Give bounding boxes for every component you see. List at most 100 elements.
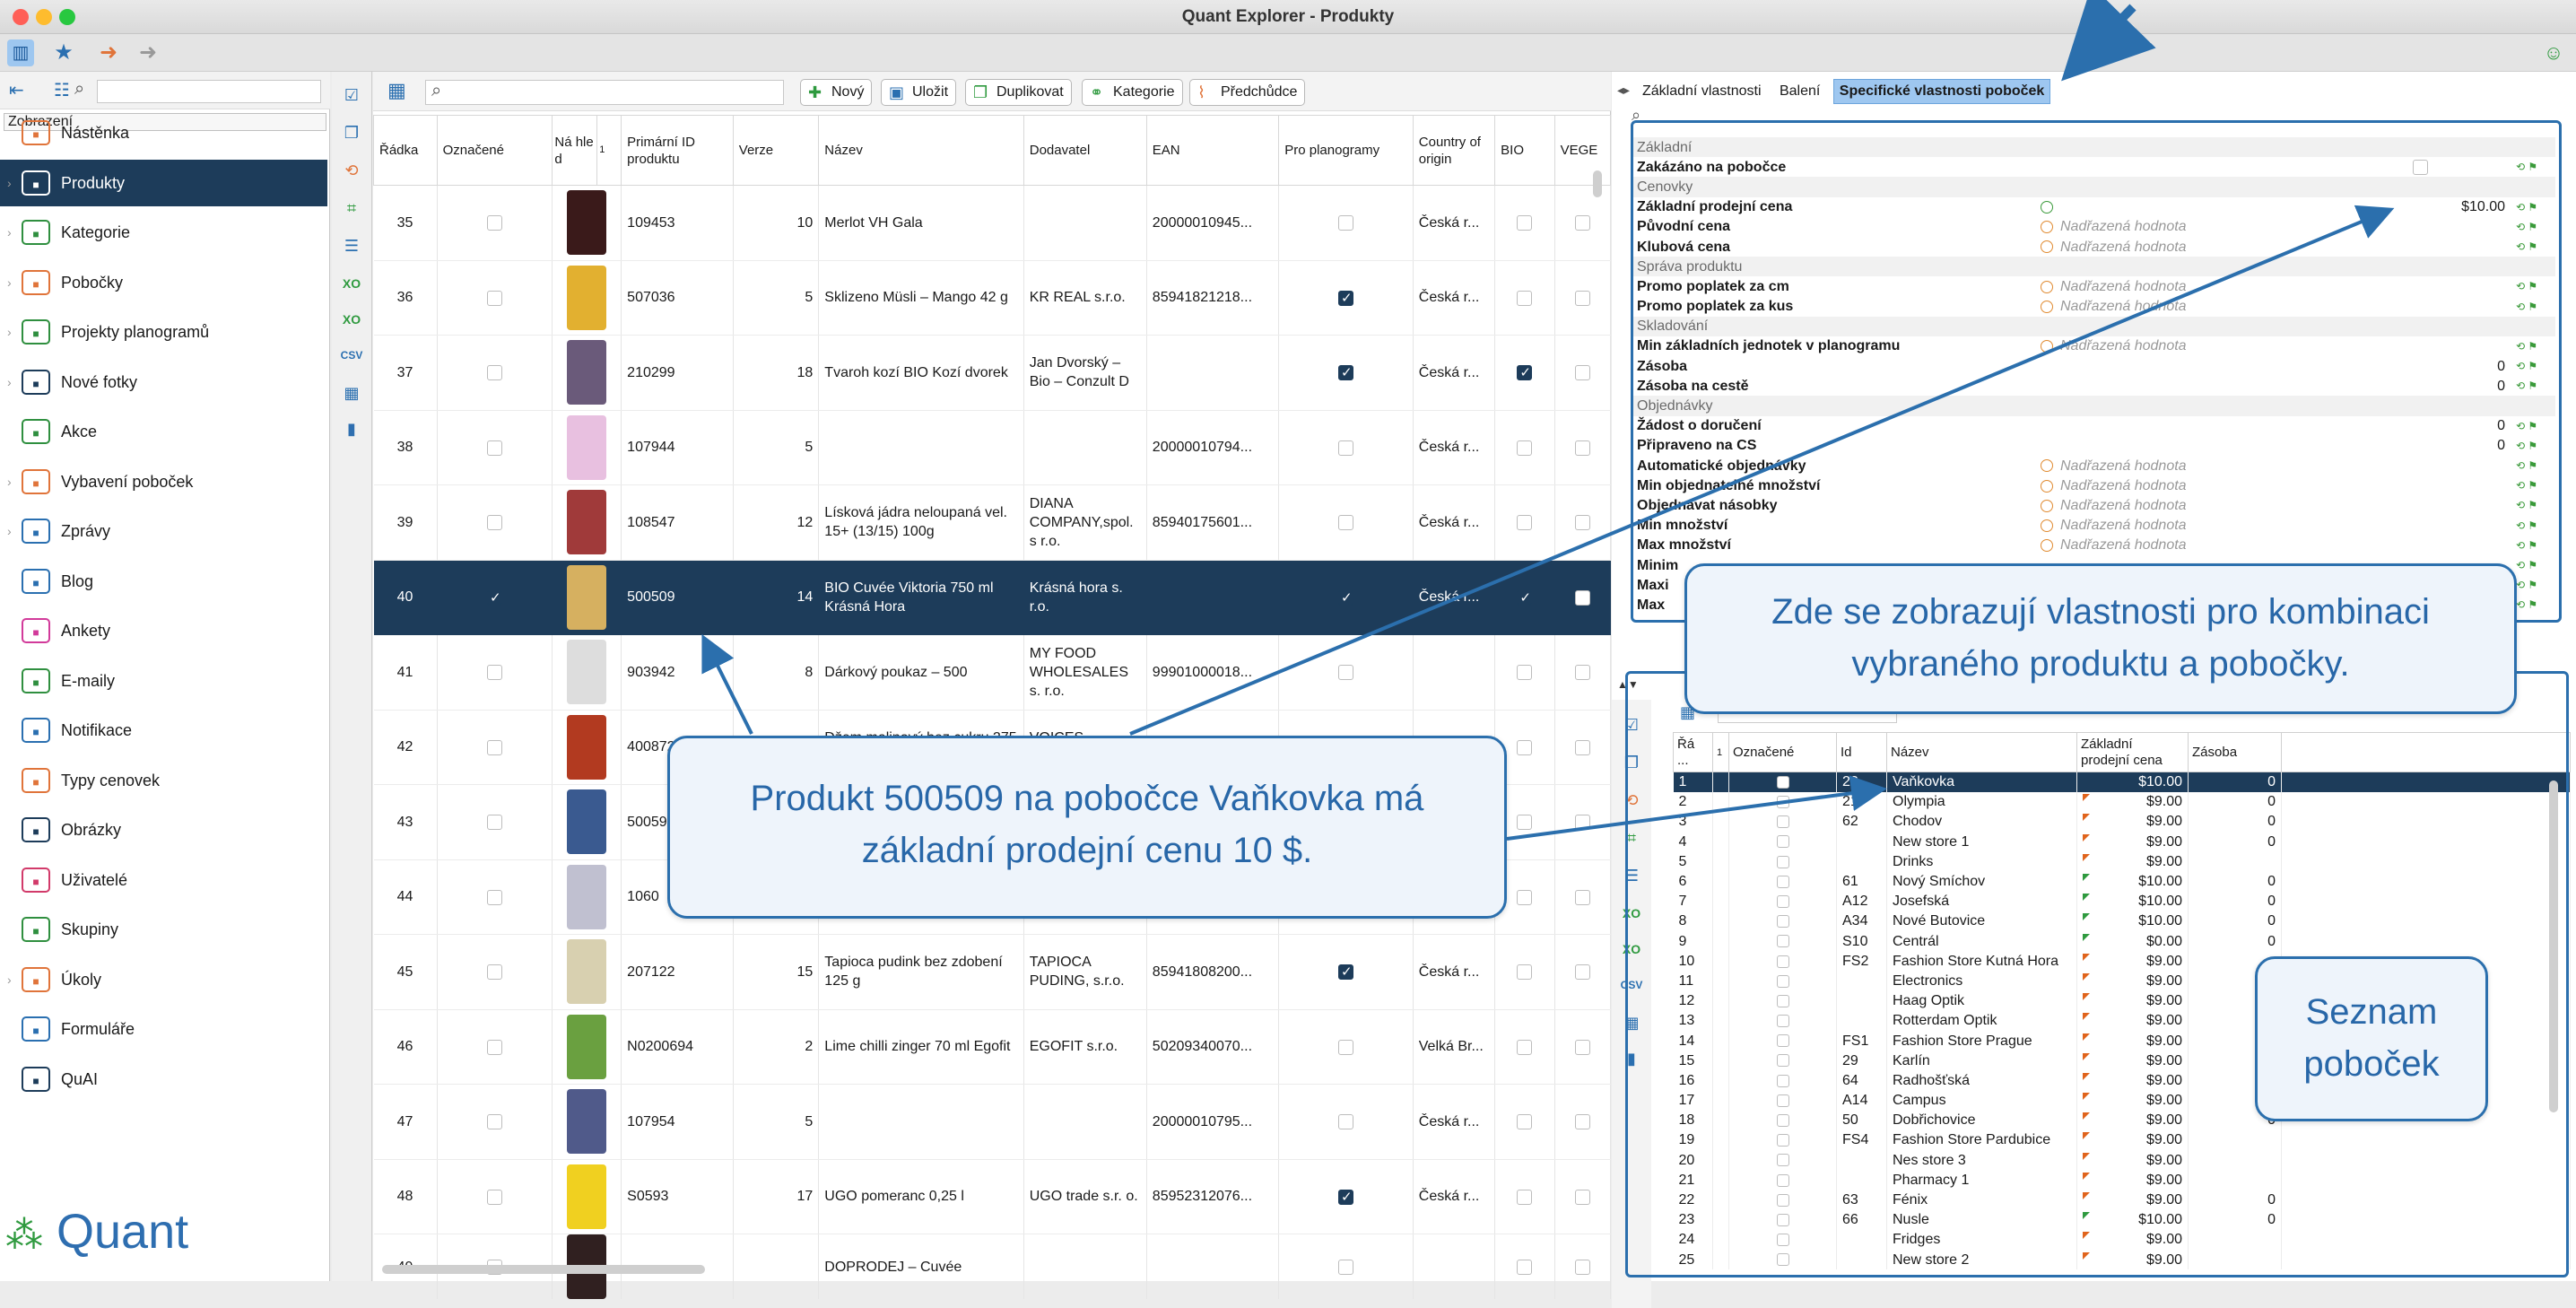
col-country[interactable]: Country of origin bbox=[1412, 115, 1496, 186]
sidebar-item-12[interactable]: ■ Notifikace bbox=[0, 707, 327, 754]
sidebar-item-7[interactable]: › ■ Vybavení poboček bbox=[0, 458, 327, 505]
sidebar-item-5[interactable]: › ■ Nové fotky bbox=[0, 359, 327, 405]
table-row[interactable]: 39 108547 12 Lísková jádra neloupaná vel. 1… bbox=[373, 484, 1612, 561]
sidebar-item-1[interactable]: › ■ Produkty bbox=[0, 159, 327, 206]
sidebar-item-11[interactable]: ■ E-maily bbox=[0, 658, 327, 704]
minimize-window-button[interactable] bbox=[36, 9, 52, 25]
vege-checkbox[interactable] bbox=[1574, 889, 1590, 905]
vege-checkbox[interactable] bbox=[1574, 815, 1590, 831]
vege-checkbox[interactable] bbox=[1574, 739, 1590, 755]
planogram-checkbox[interactable] bbox=[1338, 215, 1353, 231]
table-row[interactable]: 45 207122 15 Tapioca pudink bez zdobení 125… bbox=[373, 934, 1612, 1010]
bio-checkbox[interactable] bbox=[1517, 665, 1533, 681]
table-row[interactable]: 38 107944 5 20000010794... Česká r... bbox=[373, 410, 1612, 485]
vege-checkbox[interactable] bbox=[1574, 290, 1590, 306]
marked-checkbox[interactable] bbox=[486, 665, 502, 681]
vege-checkbox[interactable] bbox=[1574, 589, 1590, 606]
marked-checkbox[interactable] bbox=[486, 1114, 502, 1130]
table-row[interactable]: 41 903942 8 Dárkový poukaz – 500 MY FOOD WHO… bbox=[373, 634, 1612, 711]
tab-store-specific-properties[interactable]: Specifické vlastnosti poboček bbox=[1832, 79, 2051, 104]
collapse-icon[interactable]: ⇤ bbox=[9, 79, 24, 101]
back-arrow-icon[interactable]: ➜ bbox=[95, 39, 122, 66]
check-list-icon[interactable]: ☑ bbox=[339, 83, 364, 108]
tag-edit-icon[interactable]: ⌗ bbox=[339, 196, 364, 221]
vege-checkbox[interactable] bbox=[1574, 365, 1590, 381]
sidebar-toggle-icon[interactable]: ▥ bbox=[7, 39, 34, 66]
table-row[interactable]: 46 N0200694 2 Lime chilli zinger 70 ml Egof… bbox=[373, 1009, 1612, 1085]
csv-icon[interactable]: CSV bbox=[339, 343, 364, 368]
marked-checkbox[interactable] bbox=[486, 515, 502, 531]
expand-arrow-icon[interactable]: › bbox=[7, 259, 12, 306]
expand-arrow-icon[interactable]: › bbox=[7, 956, 12, 1003]
sidebar-item-6[interactable]: ■ Akce bbox=[0, 408, 327, 455]
marked-checkbox[interactable] bbox=[486, 739, 502, 755]
marked-checkbox[interactable] bbox=[486, 589, 502, 607]
planogram-checkbox[interactable] bbox=[1338, 963, 1353, 981]
sidebar-item-8[interactable]: › ■ Zprávy bbox=[0, 508, 327, 554]
tab-packaging[interactable]: Balení bbox=[1774, 80, 1825, 103]
col-name[interactable]: Název bbox=[818, 115, 1024, 186]
planogram-checkbox[interactable] bbox=[1338, 363, 1353, 382]
sidebar-item-16[interactable]: ■ Skupiny bbox=[0, 906, 327, 953]
table-settings-icon[interactable]: ▦ bbox=[339, 380, 364, 405]
planogram-checkbox[interactable] bbox=[1338, 1259, 1353, 1275]
marked-checkbox[interactable] bbox=[486, 215, 502, 231]
vege-checkbox[interactable] bbox=[1574, 1039, 1590, 1055]
expand-arrow-icon[interactable]: › bbox=[7, 160, 12, 206]
col-supplier[interactable]: Dodavatel bbox=[1023, 115, 1147, 186]
sidebar-item-0[interactable]: ■ Nástěnka bbox=[0, 109, 327, 156]
bio-checkbox[interactable] bbox=[1517, 1259, 1533, 1275]
expand-arrow-icon[interactable]: › bbox=[7, 508, 12, 554]
vege-checkbox[interactable] bbox=[1574, 515, 1590, 531]
bio-checkbox[interactable] bbox=[1517, 964, 1533, 981]
sidebar-item-3[interactable]: › ■ Pobočky bbox=[0, 259, 327, 306]
sidebar-item-19[interactable]: ■ QuAI bbox=[0, 1056, 327, 1103]
col-ean[interactable]: EAN bbox=[1145, 115, 1280, 186]
bio-checkbox[interactable] bbox=[1517, 1114, 1533, 1130]
planogram-checkbox[interactable] bbox=[1338, 665, 1353, 681]
planogram-checkbox[interactable] bbox=[1338, 289, 1353, 308]
expand-arrow-icon[interactable]: › bbox=[7, 359, 12, 405]
planogram-checkbox[interactable] bbox=[1338, 1039, 1353, 1055]
sidebar-item-15[interactable]: ■ Uživatelé bbox=[0, 857, 327, 903]
marked-checkbox[interactable] bbox=[486, 365, 502, 381]
zoom-window-button[interactable] bbox=[59, 9, 75, 25]
bio-checkbox[interactable] bbox=[1517, 889, 1533, 905]
sidebar-item-18[interactable]: ■ Formuláře bbox=[0, 1006, 327, 1052]
col-sort-index[interactable]: 1 bbox=[596, 115, 622, 186]
bio-checkbox[interactable] bbox=[1517, 215, 1533, 231]
grid-settings-icon[interactable]: ▦ bbox=[387, 79, 406, 102]
save-button[interactable]: ▣ Uložit bbox=[881, 79, 957, 106]
table-row[interactable]: 40 50050914BIO Cuvée Viktoria 750 ml Krás… bbox=[373, 560, 1612, 635]
sidebar-item-2[interactable]: › ■ Kategorie bbox=[0, 209, 327, 256]
bio-checkbox[interactable] bbox=[1517, 515, 1533, 531]
products-vertical-scrollbar[interactable] bbox=[1593, 170, 1602, 197]
marked-checkbox[interactable] bbox=[486, 889, 502, 905]
category-button[interactable]: ⚭ Kategorie bbox=[1082, 79, 1183, 106]
sidebar-item-14[interactable]: ■ Obrázky bbox=[0, 807, 327, 853]
table-row[interactable]: 37 210299 18 Tvaroh kozí BIO Kozí dvorek Jan… bbox=[373, 335, 1612, 411]
col-vege[interactable]: VEGE bbox=[1553, 115, 1612, 186]
expand-arrow-icon[interactable]: › bbox=[7, 209, 12, 256]
bio-checkbox[interactable] bbox=[1517, 739, 1533, 755]
excel-import-icon[interactable]: XO bbox=[339, 307, 364, 332]
marked-checkbox[interactable] bbox=[486, 440, 502, 456]
document-icon[interactable]: ☰ bbox=[339, 233, 364, 258]
product-search-input[interactable]: ⌕ bbox=[425, 80, 784, 105]
vege-checkbox[interactable] bbox=[1574, 215, 1590, 231]
bio-checkbox[interactable] bbox=[1517, 440, 1533, 456]
planogram-checkbox[interactable] bbox=[1338, 440, 1353, 456]
marked-checkbox[interactable] bbox=[486, 1189, 502, 1205]
expand-arrow-icon[interactable]: › bbox=[7, 309, 12, 355]
history-icon[interactable]: ⟲ bbox=[339, 158, 364, 183]
favorites-star-icon[interactable]: ★ bbox=[50, 39, 77, 66]
bio-checkbox[interactable] bbox=[1517, 1039, 1533, 1055]
products-horizontal-scrollbar[interactable] bbox=[382, 1265, 705, 1274]
col-version[interactable]: Verze bbox=[732, 115, 820, 186]
tab-basic-properties[interactable]: Základní vlastnosti bbox=[1637, 80, 1767, 103]
expand-arrow-icon[interactable]: › bbox=[7, 458, 12, 505]
col-row[interactable]: Řádka bbox=[373, 115, 438, 186]
vege-checkbox[interactable] bbox=[1574, 1259, 1590, 1275]
col-preview[interactable]: Ná hle d bbox=[552, 115, 598, 186]
vege-checkbox[interactable] bbox=[1574, 440, 1590, 456]
